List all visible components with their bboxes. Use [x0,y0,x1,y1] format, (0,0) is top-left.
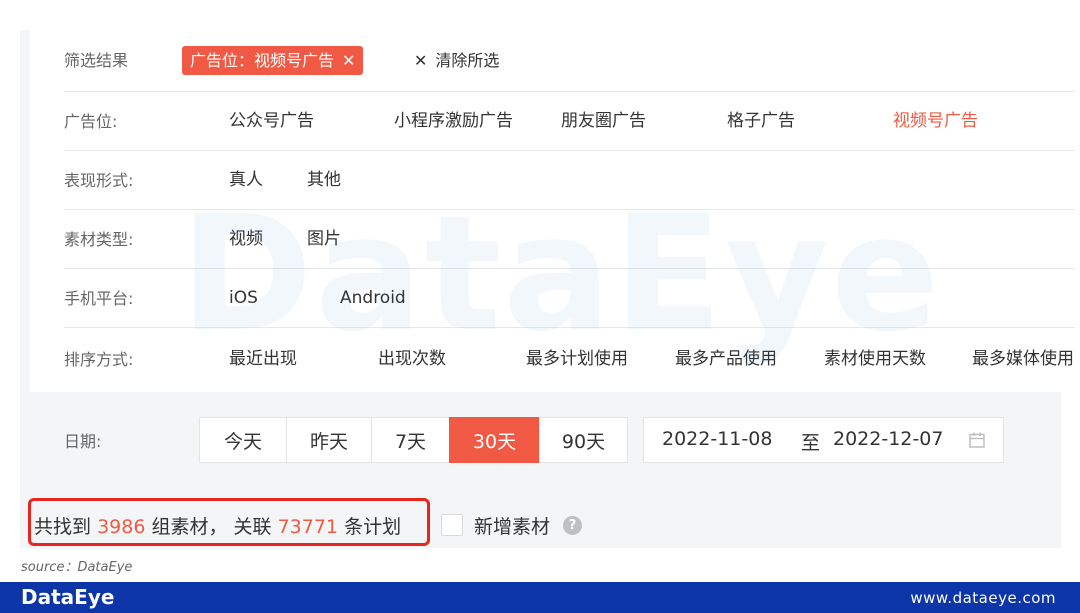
stats-prefix: 共找到 [34,516,92,538]
option-grid-ad[interactable]: 格子广告 [727,92,795,151]
close-icon[interactable]: ✕ [342,51,355,70]
footer-website: www.dataeye.com [910,589,1056,607]
filter-row-ad-placement: 广告位: 公众号广告 小程序激励广告 朋友圈广告 格子广告 视频号广告 [64,92,1075,151]
source-caption: source：DataEye [21,560,133,575]
clear-label: 清除所选 [435,51,500,70]
option-mini-program-ad[interactable]: 小程序激励广告 [394,92,513,151]
option-official-account-ad[interactable]: 公众号广告 [229,92,314,151]
date-label: 日期: [64,432,102,451]
clear-selection-button[interactable]: ✕ 清除所选 [414,30,499,92]
new-material-checkbox[interactable] [441,514,463,536]
footer-brand-logo: DataEye [21,585,115,609]
date-range-picker[interactable]: 2022-11-08 至 2022-12-07 [643,417,1004,463]
row-label: 素材类型: [64,230,134,249]
date-preset-7d[interactable]: 7天 [371,417,450,463]
row-label: 广告位: [64,112,118,131]
sort-most-media[interactable]: 最多媒体使用 [972,330,1074,389]
result-stats: 共找到 3986 组素材， 关联 73771 条计划 [34,512,401,539]
new-material-label: 新增素材 [474,516,551,538]
range-separator: 至 [801,432,821,454]
calendar-icon[interactable] [968,431,986,449]
row-label: 排序方式: [64,350,134,369]
chip-label: 广告位：视频号广告 [190,51,335,70]
row-label: 表现形式: [64,171,134,190]
start-date[interactable]: 2022-11-08 [662,428,772,450]
plan-count: 73771 [277,516,339,538]
close-icon: ✕ [414,51,428,70]
stats-middle: 组素材， 关联 [151,516,272,538]
date-preset-30d[interactable]: 30天 [449,417,540,463]
option-moments-ad[interactable]: 朋友圈广告 [561,92,646,151]
date-preset-90d[interactable]: 90天 [539,417,628,463]
date-preset-yesterday[interactable]: 昨天 [286,417,372,463]
help-icon[interactable]: ? [563,516,582,535]
watermark-logo: DataEye [180,180,942,367]
option-channels-ad[interactable]: 视频号广告 [893,92,978,151]
stats-suffix: 条计划 [344,516,402,538]
filter-result-label: 筛选结果 [64,51,129,70]
footer-bar: DataEye www.dataeye.com [0,582,1080,613]
selected-filter-chip[interactable]: 广告位：视频号广告 ✕ [182,46,364,75]
row-label: 手机平台: [64,289,134,308]
date-preset-today[interactable]: 今天 [199,417,287,463]
filter-result-row: 筛选结果 广告位：视频号广告 ✕ ✕ 清除所选 [64,30,1075,92]
end-date[interactable]: 2022-12-07 [833,428,943,450]
group-count: 3986 [97,516,146,538]
